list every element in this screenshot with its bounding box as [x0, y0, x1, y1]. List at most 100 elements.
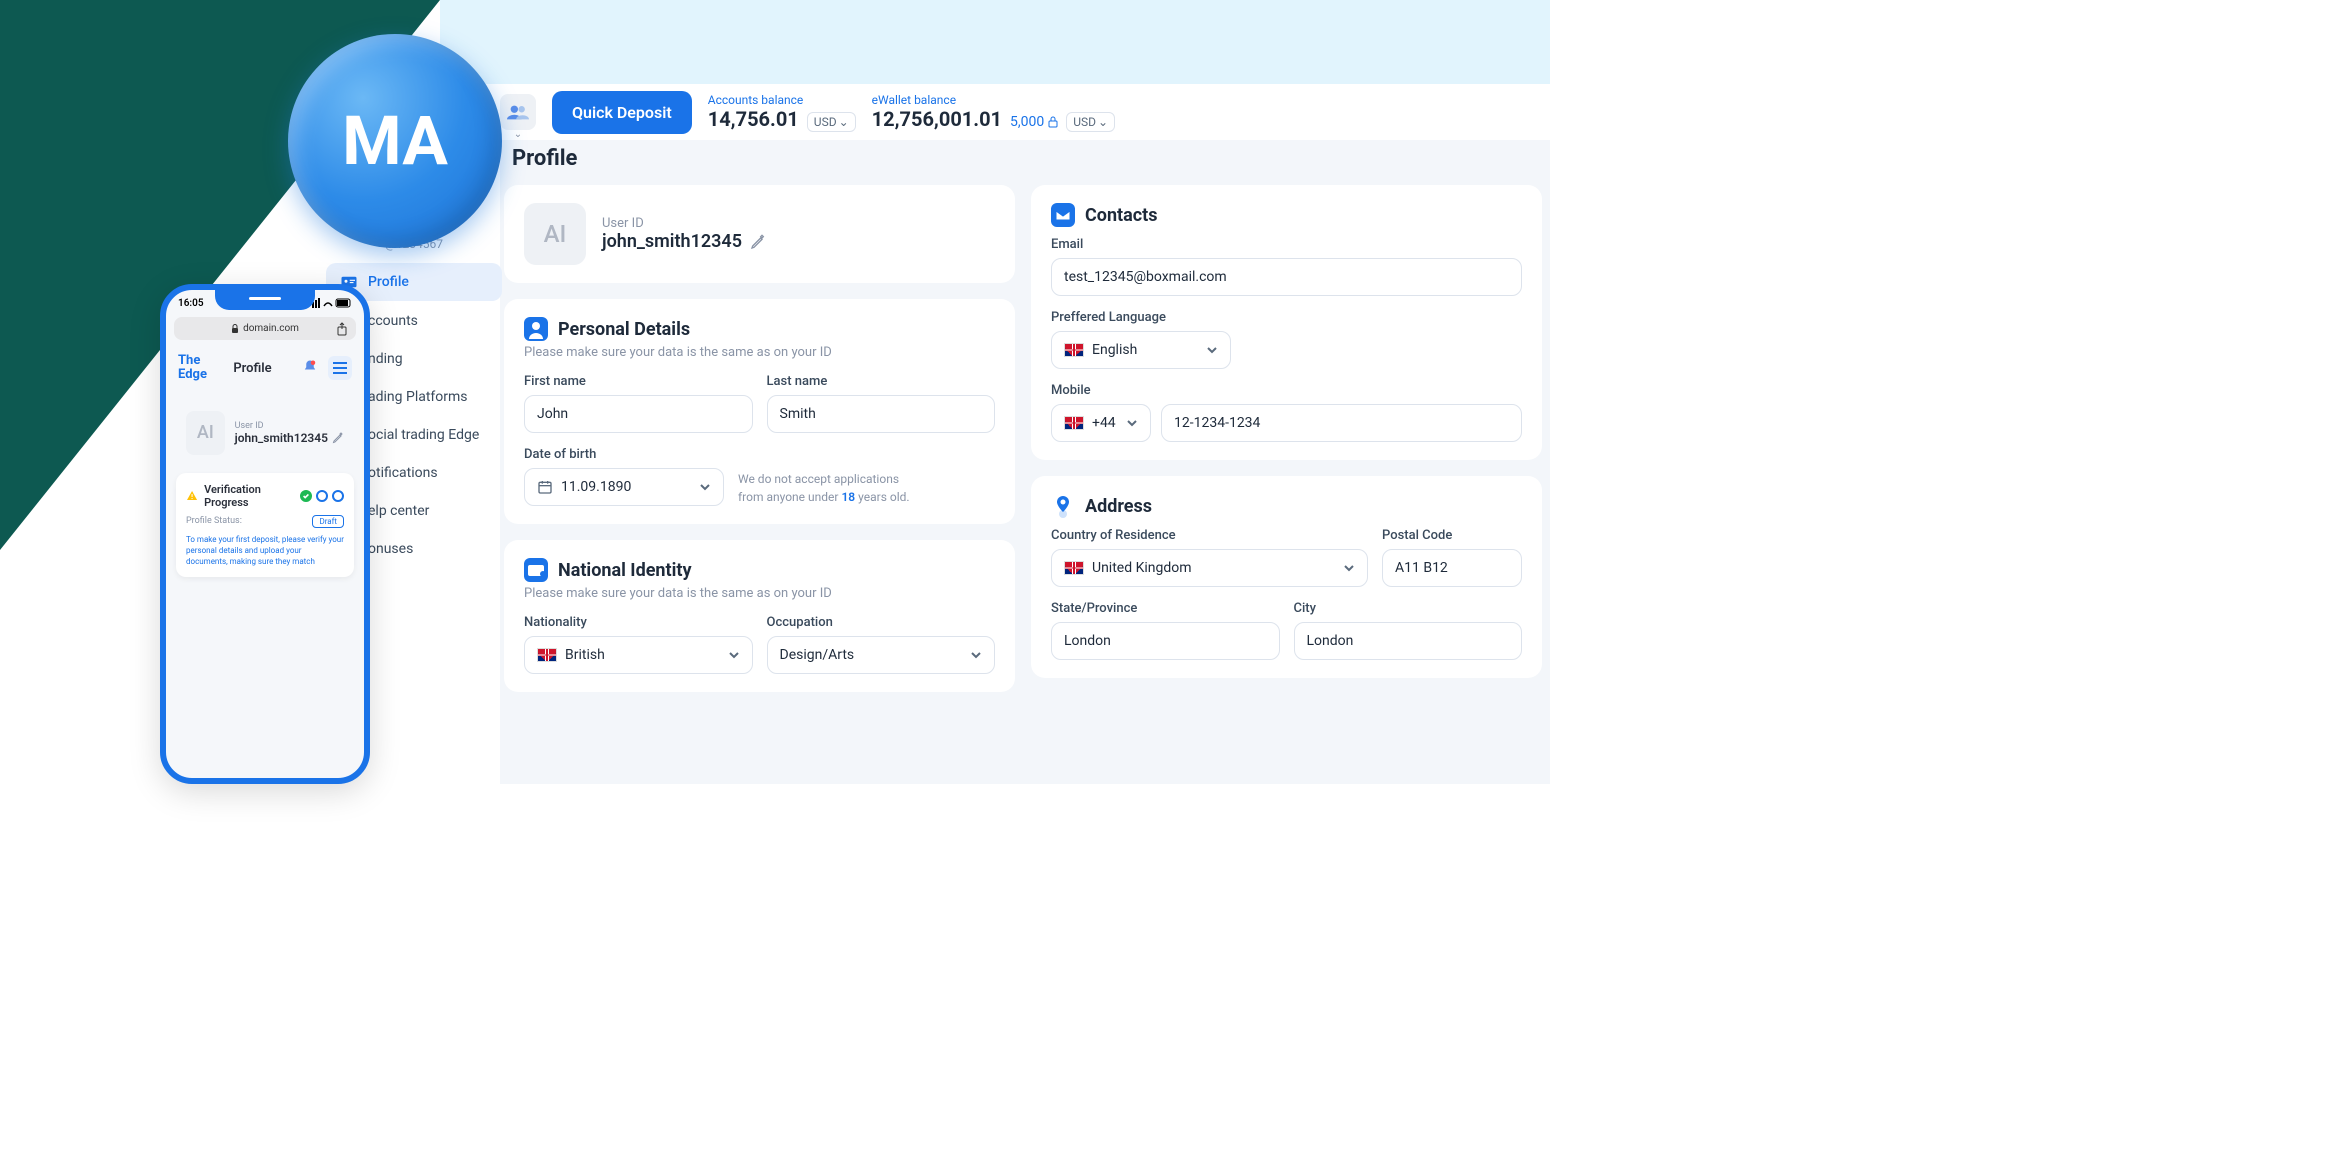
phone-username: john_smith12345: [235, 431, 344, 445]
sidebar-item-label: Profile: [368, 274, 409, 290]
state-input[interactable]: London: [1051, 622, 1280, 660]
edit-icon[interactable]: [750, 234, 766, 250]
mobile-number-input[interactable]: 12-1234-1234: [1161, 404, 1522, 442]
phone-url-bar[interactable]: domain.com: [174, 317, 356, 340]
chevron-down-icon: ⌄: [1098, 115, 1108, 129]
chevron-down-icon: [1206, 344, 1218, 356]
occupation-select[interactable]: Design/Arts: [767, 636, 996, 674]
balance-value: 12,756,001.01: [872, 107, 1002, 131]
lock-icon: [1048, 116, 1058, 128]
language-select[interactable]: English: [1051, 331, 1231, 369]
progress-dot-done: [300, 490, 312, 502]
chevron-down-icon: [728, 649, 740, 661]
contacts-card: Contacts Email test_12345@boxmail.com Pr…: [1031, 185, 1542, 460]
verif-title-text: Verification Progress: [204, 483, 294, 509]
section-title: Contacts: [1085, 205, 1157, 226]
postal-label: Postal Code: [1382, 528, 1522, 543]
sidebar-item-label: otifications: [368, 465, 438, 481]
nationality-select[interactable]: British: [524, 636, 753, 674]
country-select[interactable]: United Kingdom: [1051, 549, 1368, 587]
email-input[interactable]: test_12345@boxmail.com: [1051, 258, 1522, 296]
sidebar-item-label: elp center: [368, 503, 429, 519]
city-label: City: [1294, 601, 1523, 616]
language-label: Preffered Language: [1051, 310, 1231, 325]
location-pin-icon: [1051, 494, 1075, 518]
occupation-label: Occupation: [767, 615, 996, 630]
phone-notch: [215, 290, 315, 310]
state-label: State/Province: [1051, 601, 1280, 616]
sidebar-item-label: ccounts: [368, 313, 418, 329]
phone-time: 16:05: [178, 298, 204, 309]
chevron-down-icon: [1126, 417, 1138, 429]
section-title: Personal Details: [558, 319, 690, 340]
app-logo: TheEdge: [178, 354, 207, 383]
personal-details-card: Personal Details Please make sure your d…: [504, 299, 1015, 524]
verif-help-text: To make your first deposit, please verif…: [186, 534, 344, 568]
sidebar-item-label: nding: [368, 351, 403, 367]
balance-label: Accounts balance: [708, 93, 856, 107]
first-name-input[interactable]: John: [524, 395, 753, 433]
quick-deposit-button[interactable]: Quick Deposit: [552, 91, 692, 134]
phone-mockup: 16:05 domain.com TheEdge Profile AI User…: [160, 284, 370, 784]
userid-card: AI User ID john_smith12345: [504, 185, 1015, 283]
calendar-icon: [537, 479, 553, 495]
balance-label: eWallet balance: [872, 93, 1115, 107]
chevron-down-icon: [970, 649, 982, 661]
users-icon: [507, 104, 529, 120]
last-name-input[interactable]: Smith: [767, 395, 996, 433]
chevron-down-icon: [1343, 562, 1355, 574]
address-card: Address Country of Residence United King…: [1031, 476, 1542, 678]
balance-value: 14,756.01: [708, 107, 799, 131]
section-title: National Identity: [558, 560, 692, 581]
user-dropdown[interactable]: ⌄: [500, 94, 536, 130]
progress-dot: [332, 490, 344, 502]
bell-button[interactable]: [298, 356, 322, 380]
dob-label: Date of birth: [524, 447, 724, 462]
phone-domain: domain.com: [243, 323, 299, 334]
profile-status-label: Profile Status:: [186, 516, 242, 526]
verification-card: Verification Progress Profile Status: Dr…: [176, 473, 354, 578]
phone-avatar: AI: [186, 411, 225, 455]
draft-badge: Draft: [312, 515, 344, 528]
page-title: Profile: [504, 140, 1542, 185]
lock-icon: [231, 324, 239, 334]
person-icon: [524, 317, 548, 341]
nationality-label: Nationality: [524, 615, 753, 630]
main-content: Profile AI User ID john_smith12345 Perso…: [500, 140, 1550, 784]
section-hint: Please make sure your data is the same a…: [524, 345, 995, 360]
phone-userid-label: User ID: [235, 421, 344, 431]
city-input[interactable]: London: [1294, 622, 1523, 660]
national-identity-card: National Identity Please make sure your …: [504, 540, 1015, 692]
edit-icon[interactable]: [332, 432, 344, 444]
postal-input[interactable]: A11 B12: [1382, 549, 1522, 587]
bg-lightblue: [440, 0, 1550, 84]
progress-dot: [316, 490, 328, 502]
phone-page-title: Profile: [233, 361, 271, 376]
sidebar-item-label: ading Platforms: [368, 389, 468, 405]
phone-status-icons: [312, 298, 352, 309]
chevron-down-icon: ⌄: [514, 129, 522, 140]
dob-input[interactable]: 11.09.1890: [524, 468, 724, 506]
section-hint: Please make sure your data is the same a…: [524, 586, 995, 601]
warning-icon: [186, 489, 198, 503]
currency-dropdown[interactable]: USD ⌄: [1066, 112, 1115, 132]
mobile-prefix-select[interactable]: +44: [1051, 404, 1151, 442]
first-name-label: First name: [524, 374, 753, 389]
chevron-down-icon: [699, 481, 711, 493]
sidebar-item-label: ocial trading Edge: [368, 427, 479, 443]
menu-button[interactable]: [328, 356, 352, 380]
username: john_smith12345: [602, 231, 766, 252]
currency-dropdown[interactable]: USD ⌄: [807, 112, 856, 132]
phone-app-header: TheEdge Profile: [166, 344, 364, 393]
share-icon[interactable]: [336, 322, 348, 336]
last-name-label: Last name: [767, 374, 996, 389]
phone-user-card: AI User ID john_smith12345: [176, 401, 354, 465]
mobile-label: Mobile: [1051, 383, 1522, 398]
chevron-down-icon: ⌄: [839, 115, 849, 129]
mail-icon: [1051, 203, 1075, 227]
uk-flag-icon: [537, 648, 557, 662]
topbar: ⌄ Quick Deposit Accounts balance 14,756.…: [490, 84, 1550, 140]
userid-label: User ID: [602, 216, 766, 231]
dob-hint: We do not accept applications from anyon…: [738, 470, 918, 506]
uk-flag-icon: [1064, 343, 1084, 357]
